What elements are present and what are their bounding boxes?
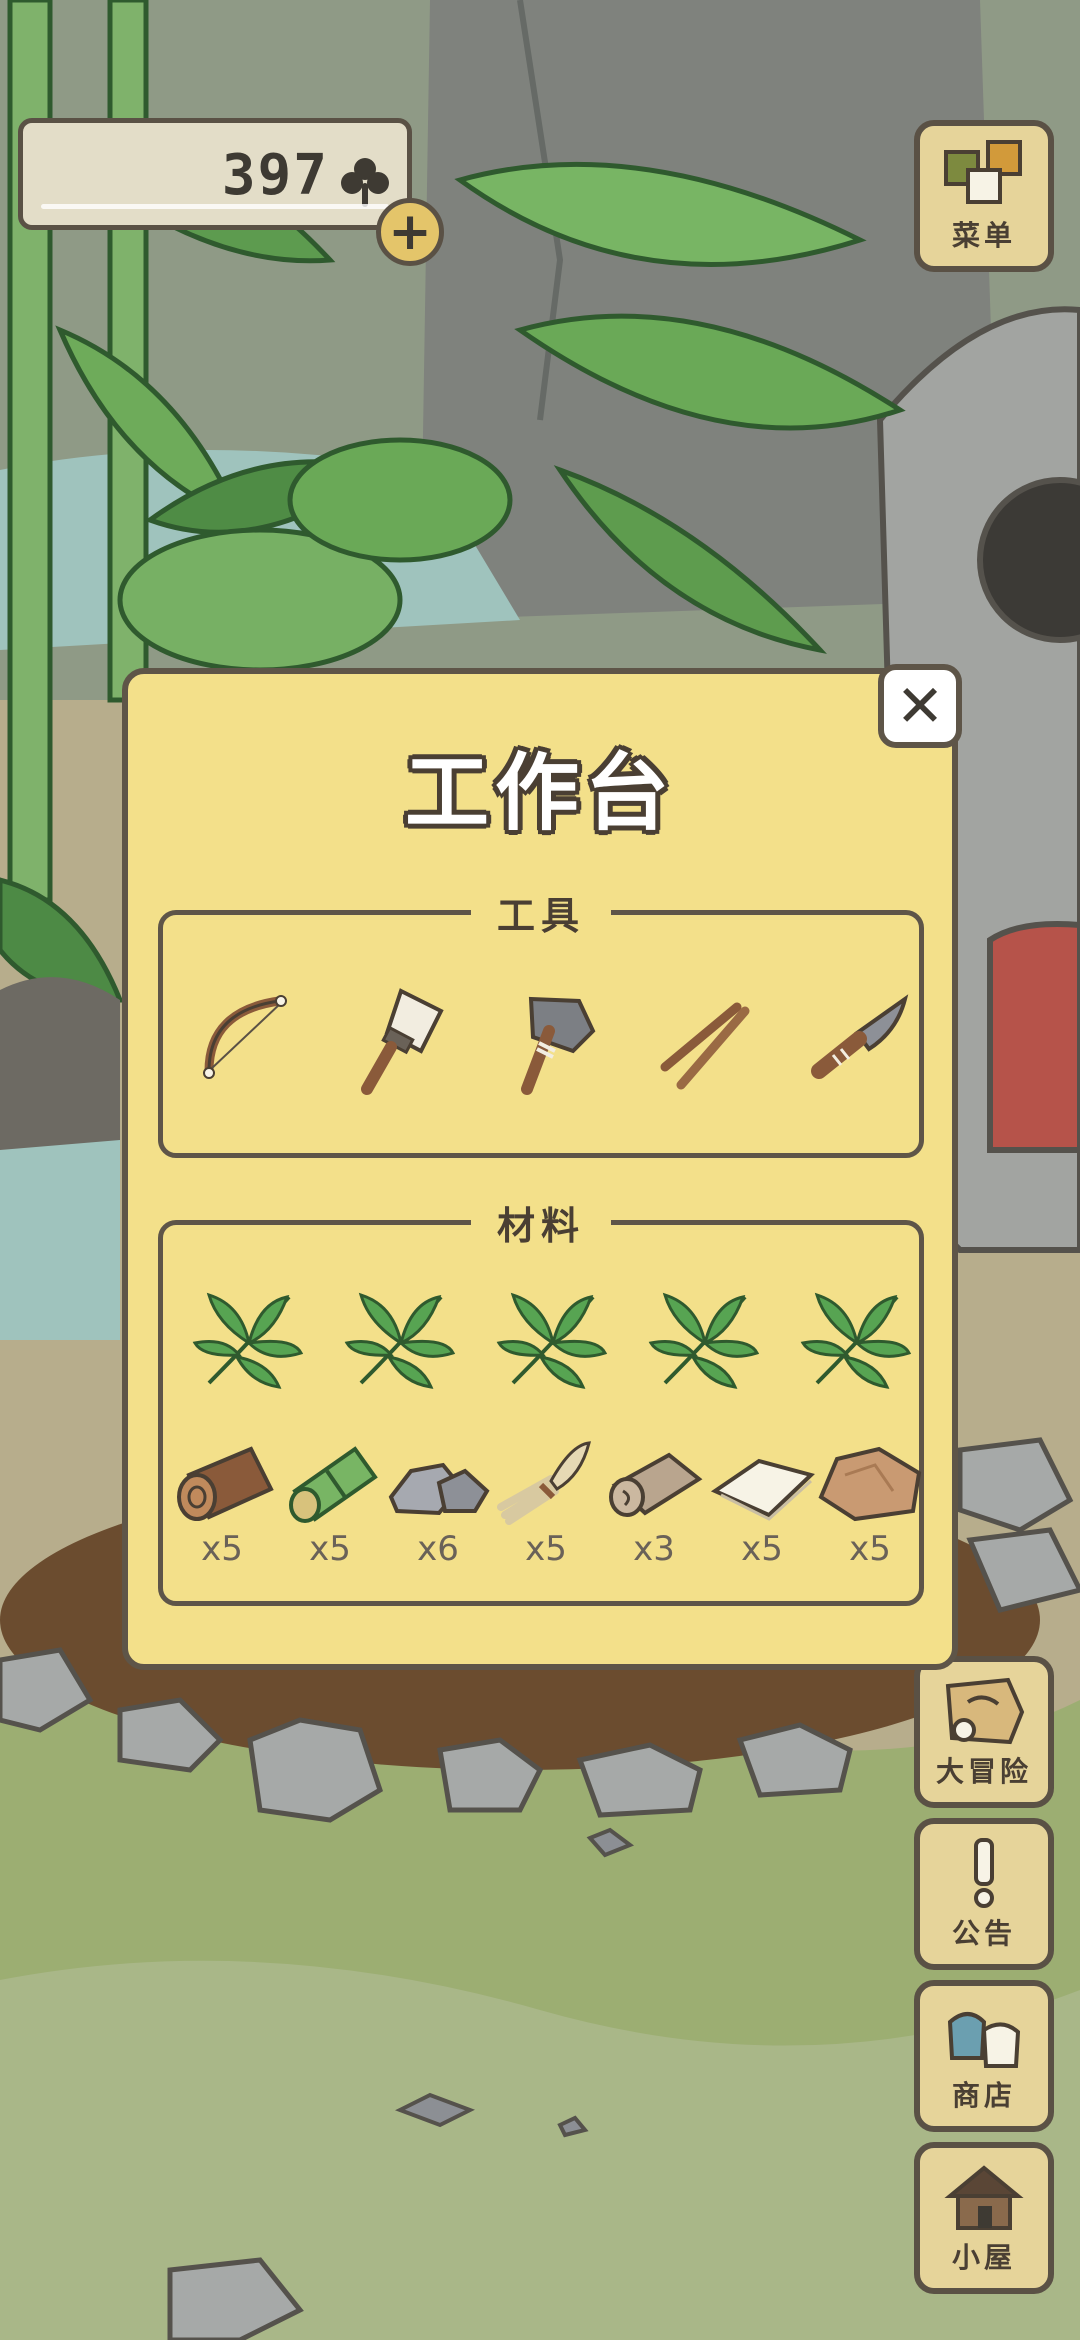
brush-icon[interactable] — [341, 981, 461, 1101]
leaf-icon[interactable] — [493, 1283, 613, 1393]
map-icon — [945, 1677, 1025, 1745]
clover-icon — [341, 158, 389, 207]
dialog-title: 工作台 — [404, 744, 675, 842]
clover-counter: 397 — [18, 118, 412, 230]
bow-drill-icon[interactable] — [189, 981, 309, 1101]
hut-button[interactable]: 小屋 — [914, 2142, 1054, 2294]
material-count: x5 — [525, 1529, 567, 1569]
shop-bags-icon — [947, 2012, 1021, 2068]
leather-roll-icon — [609, 1452, 703, 1517]
material-count: x3 — [633, 1529, 675, 1569]
material-leather[interactable]: x3 — [599, 1435, 709, 1585]
exclamation-icon — [974, 1838, 994, 1908]
notice-label: 公告 — [951, 1917, 1016, 1950]
adventure-label: 大冒险 — [935, 1755, 1032, 1788]
workbench-dialog: 工作台 工具 材料 x5 x5 x6 x5 x3 x5 x5 — [122, 668, 958, 1670]
stone-icon — [388, 1462, 490, 1516]
cloth-icon — [710, 1458, 815, 1521]
fiber-bundle-icon — [497, 1441, 591, 1525]
menu-label: 菜单 — [951, 219, 1016, 252]
tools-section: 工具 — [158, 885, 924, 1158]
material-count: x5 — [849, 1529, 891, 1569]
material-stone[interactable]: x6 — [383, 1435, 493, 1585]
material-count: x5 — [741, 1529, 783, 1569]
material-count: x5 — [309, 1529, 351, 1569]
wood-log-icon — [177, 1446, 274, 1521]
leaf-icon[interactable] — [797, 1283, 917, 1393]
shop-label: 商店 — [951, 2079, 1016, 2112]
leaf-icon[interactable] — [341, 1283, 461, 1393]
close-button[interactable]: ✕ — [878, 664, 962, 748]
counter-divider — [41, 204, 389, 209]
menu-icon — [944, 140, 1022, 204]
hut-label: 小屋 — [951, 2241, 1016, 2274]
tools-section-title: 工具 — [470, 885, 612, 940]
plus-icon: + — [388, 202, 432, 262]
material-count: x6 — [417, 1529, 459, 1569]
material-cloth[interactable]: x5 — [707, 1435, 817, 1585]
menu-button[interactable]: 菜单 — [914, 120, 1054, 272]
close-icon: ✕ — [895, 672, 945, 740]
material-bamboo[interactable]: x5 — [275, 1435, 385, 1585]
adventure-button[interactable]: 大冒险 — [914, 1656, 1054, 1808]
material-count: x5 — [201, 1529, 243, 1569]
materials-section-title: 材料 — [470, 1195, 612, 1250]
sticks-icon[interactable] — [645, 981, 765, 1101]
leaf-icon[interactable] — [645, 1283, 765, 1393]
notice-button[interactable]: 公告 — [914, 1818, 1054, 1970]
clay-rock-icon — [818, 1446, 922, 1522]
bamboo-icon — [289, 1446, 378, 1523]
material-clay[interactable]: x5 — [815, 1435, 925, 1585]
leaf-icon[interactable] — [189, 1283, 309, 1393]
clover-count: 397 — [221, 143, 329, 208]
knife-icon[interactable] — [797, 981, 917, 1101]
shop-button[interactable]: 商店 — [914, 1980, 1054, 2132]
add-clover-button[interactable]: + — [376, 198, 444, 266]
material-wood[interactable]: x5 — [167, 1435, 277, 1585]
stone-axe-icon[interactable] — [493, 981, 613, 1101]
house-icon — [944, 2165, 1024, 2230]
material-fiber[interactable]: x5 — [491, 1435, 601, 1585]
materials-section: 材料 x5 x5 x6 x5 x3 x5 x5 — [158, 1195, 925, 1606]
